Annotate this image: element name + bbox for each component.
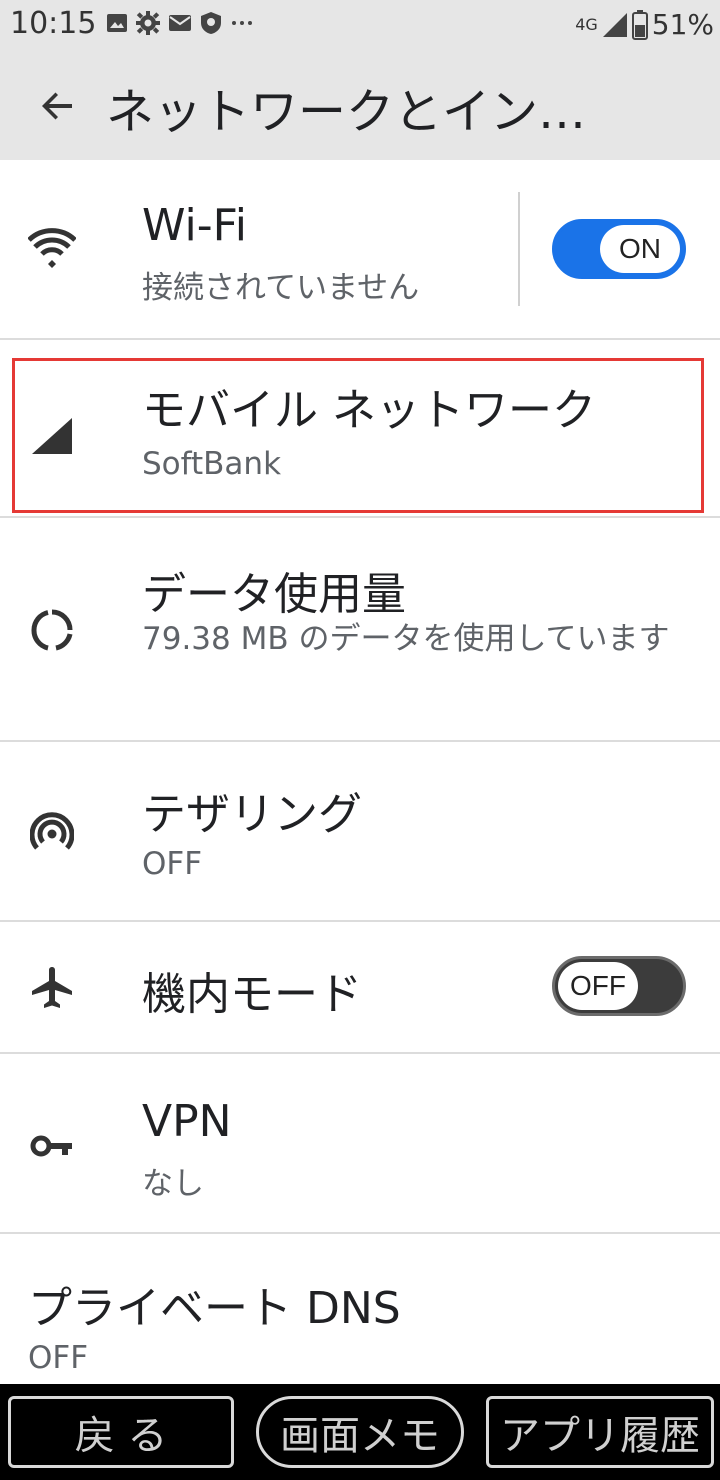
screen-memo-button[interactable]: 画面メモ	[256, 1396, 464, 1468]
private-dns-title: プライベート DNS	[28, 1283, 401, 1334]
status-bar: 10:15 4G 51%	[0, 0, 720, 52]
vpn-status: なし	[142, 1166, 204, 1202]
wifi-toggle[interactable]: ON	[552, 219, 686, 279]
vpn-title: VPN	[142, 1096, 232, 1147]
tethering-status: OFF	[142, 846, 203, 882]
status-right: 4G 51%	[575, 8, 714, 41]
image-notification-icon	[107, 14, 127, 32]
wifi-divider	[518, 192, 520, 306]
highlight-box	[12, 358, 704, 513]
key-icon	[26, 1120, 78, 1172]
data-usage-title: データ使用量	[142, 569, 406, 620]
status-time: 10:15	[10, 6, 97, 41]
mail-icon	[169, 15, 191, 31]
vpn-row[interactable]: VPN なし	[0, 1054, 720, 1232]
app-bar: ネットワークとイン…	[0, 52, 720, 160]
battery-icon	[631, 9, 648, 40]
wifi-toggle-label: ON	[600, 225, 680, 273]
airplane-mode-toggle[interactable]: OFF	[552, 956, 686, 1016]
tethering-title: テザリング	[142, 789, 362, 840]
page-title: ネットワークとイン…	[106, 84, 587, 140]
gear-icon	[136, 11, 160, 35]
arrow-back-icon	[42, 92, 72, 120]
hotspot-icon	[26, 806, 78, 858]
wifi-title: Wi-Fi	[142, 200, 247, 251]
private-dns-status: OFF	[28, 1340, 89, 1376]
nav-back-button[interactable]: 戻 る	[8, 1396, 234, 1468]
network-type: 4G	[575, 15, 598, 34]
back-button[interactable]	[28, 76, 88, 136]
notification-icons	[106, 11, 254, 35]
data-usage-amount: 79.38 MB のデータを使用しています	[142, 621, 670, 657]
bottom-nav-bar: 戻 る 画面メモ アプリ履歴	[0, 1384, 720, 1480]
shield-icon	[201, 12, 221, 34]
data-usage-row[interactable]: データ使用量 79.38 MB のデータを使用しています	[0, 518, 720, 740]
wifi-status: 接続されていません	[142, 270, 420, 306]
airplane-mode-title: 機内モード	[142, 969, 362, 1020]
cell-signal-icon	[602, 12, 627, 37]
recent-apps-button[interactable]: アプリ履歴	[486, 1396, 714, 1468]
wifi-icon	[26, 222, 78, 274]
airplane-toggle-label: OFF	[558, 962, 638, 1010]
private-dns-row[interactable]: プライベート DNS OFF	[0, 1234, 720, 1384]
data-usage-icon	[26, 604, 78, 656]
battery-percent: 51%	[651, 8, 714, 41]
airplane-icon	[26, 962, 78, 1014]
tethering-row[interactable]: テザリング OFF	[0, 742, 720, 920]
more-notifications-icon	[232, 21, 252, 25]
